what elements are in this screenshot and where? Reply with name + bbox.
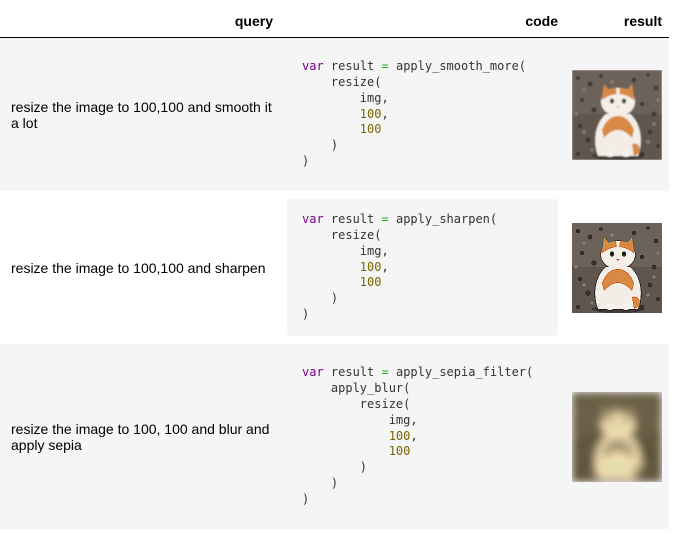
table-row: resize the image to 100,100 and smooth i… [0, 38, 669, 191]
code-function-call: apply_sharpen( [395, 212, 498, 227]
result-image-sharpened [572, 223, 662, 313]
code-block: var result = apply_smooth_more( resize( … [287, 46, 558, 183]
result-cell [572, 344, 662, 529]
header-result: result [623, 13, 662, 29]
code-function-call: apply_smooth_more( [395, 59, 527, 74]
code-keyword: var [302, 365, 324, 380]
code-snippet: var result = apply_smooth_more( resize( … [302, 59, 527, 168]
code-paren: ) [330, 138, 339, 153]
query-text: resize the image to 100,100 and sharpen [11, 259, 266, 276]
code-operator: = [381, 365, 389, 380]
code-paren: ) [302, 153, 310, 168]
code-snippet: var result = apply_sepia_filter( apply_b… [302, 365, 534, 506]
code-keyword: var [302, 59, 324, 74]
code-number: 100 [359, 106, 382, 121]
code-number: 100 [359, 275, 382, 290]
code-number: 100 [359, 259, 382, 274]
code-operator: = [381, 212, 389, 227]
table-row: resize the image to 100,100 and sharpen … [0, 191, 669, 344]
result-image-blurred-sepia [572, 392, 662, 482]
code-variable: result [330, 365, 375, 380]
table-row: resize the image to 100, 100 and blur an… [0, 344, 669, 529]
code-number: 100 [388, 444, 411, 459]
query-cell: resize the image to 100,100 and sharpen [11, 191, 279, 344]
code-function-call: apply_blur( [330, 381, 411, 396]
code-paren: ) [302, 306, 310, 321]
code-paren: ) [330, 291, 339, 306]
code-variable: result [330, 212, 375, 227]
table-header: query code result [0, 0, 669, 38]
result-cell [572, 191, 662, 344]
code-function-call: resize( [359, 397, 411, 411]
code-paren: ) [302, 491, 310, 506]
code-function-call: resize( [330, 75, 382, 89]
code-function-call: resize( [330, 228, 382, 242]
code-argument: img, [388, 412, 418, 427]
code-argument: img, [359, 243, 389, 258]
code-argument: img, [359, 90, 389, 105]
code-block: var result = apply_sepia_filter( apply_b… [287, 352, 558, 521]
code-number: 100 [388, 428, 411, 443]
code-function-call: apply_sepia_filter( [395, 365, 534, 380]
code-variable: result [330, 59, 375, 74]
query-cell: resize the image to 100, 100 and blur an… [11, 344, 279, 529]
header-code: code [525, 13, 558, 29]
code-number: 100 [359, 122, 382, 137]
results-table: query code result resize the image to 10… [0, 0, 669, 529]
code-keyword: var [302, 212, 324, 227]
code-block: var result = apply_sharpen( resize( img,… [287, 199, 558, 336]
code-paren: ) [359, 460, 368, 475]
query-text: resize the image to 100,100 and smooth i… [11, 98, 272, 131]
header-query: query [234, 13, 273, 29]
code-snippet: var result = apply_sharpen( resize( img,… [302, 212, 498, 321]
result-image-smoothed [572, 70, 662, 160]
query-text: resize the image to 100, 100 and blur an… [11, 420, 270, 453]
result-cell [572, 38, 662, 191]
query-cell: resize the image to 100,100 and smooth i… [11, 38, 279, 191]
code-operator: = [381, 59, 389, 74]
code-paren: ) [330, 475, 339, 490]
